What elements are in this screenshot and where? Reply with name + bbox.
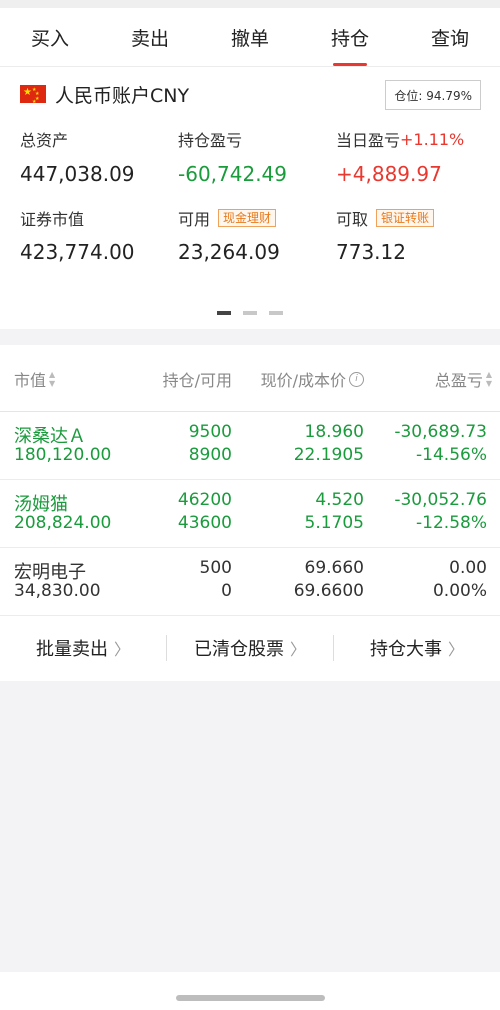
batch-sell-label: 批量卖出 <box>35 639 108 660</box>
holding-events-label: 持仓大事 <box>369 639 442 660</box>
holding-pl-label: 持仓盈亏 <box>178 131 243 150</box>
stock-pl-percent: -14.56% <box>416 445 487 465</box>
stock-pl: -30,052.76 <box>394 490 487 510</box>
bottom-bar <box>0 972 500 1010</box>
today-pl-percent: +1.11% <box>400 129 465 149</box>
stock-holding: 46200 <box>177 490 232 510</box>
account-title: 人民币账户CNY <box>55 84 190 107</box>
sort-icon: ▲ ▼ <box>485 370 492 388</box>
tab-holdings[interactable]: 持仓 <box>300 8 400 66</box>
col-total-pl-label: 总盈亏 <box>434 371 483 390</box>
market-value-amount: 423,774.00 <box>20 240 135 264</box>
holdings-actions: 批量卖出〉 已清仓股票〉 持仓大事〉 <box>0 615 500 681</box>
stock-price: 69.660 <box>304 558 364 578</box>
today-pl-value: +4,889.97 <box>336 162 442 186</box>
stock-available: 0 <box>221 581 232 601</box>
col-total-pl[interactable]: 总盈亏 ▲ ▼ <box>435 367 492 391</box>
tab-sell[interactable]: 卖出 <box>100 8 200 66</box>
available-label-text: 可用 <box>178 210 211 229</box>
stock-price: 18.960 <box>304 422 364 442</box>
table-row[interactable]: 宏明电子 34,830.00 500 0 69.660 69.6600 0.00… <box>0 548 500 616</box>
holdings-table-header: 市值 ▲ ▼ 持仓/可用 现价/成本价 i 总盈亏 ▲ ▼ <box>0 345 500 412</box>
china-flag-icon: ★ ★ ★ ★ ★ <box>20 85 46 105</box>
withdrawable-amount: 773.12 <box>336 240 406 264</box>
card-pager[interactable] <box>0 311 500 315</box>
home-indicator[interactable] <box>176 995 325 1001</box>
withdrawable-label-text: 可取 <box>336 210 369 229</box>
holding-events-button[interactable]: 持仓大事〉 <box>334 635 500 661</box>
tab-query[interactable]: 查询 <box>400 8 500 66</box>
available-amount: 23,264.09 <box>178 240 280 264</box>
stock-cost: 22.1905 <box>293 445 364 465</box>
stock-cost: 69.6600 <box>293 581 364 601</box>
total-assets-label: 总资产 <box>20 131 69 150</box>
market-value-label: 证券市值 <box>20 210 85 229</box>
cleared-stocks-button[interactable]: 已清仓股票〉 <box>167 635 334 661</box>
account-header: ★ ★ ★ ★ ★ 人民币账户CNY <box>20 81 189 107</box>
pager-dot[interactable] <box>269 311 283 315</box>
sort-icon: ▲ ▼ <box>49 370 56 388</box>
cash-management-tag[interactable]: 现金理财 <box>218 209 277 227</box>
stock-pl: -30,689.73 <box>394 422 487 442</box>
holdings-panel: 市值 ▲ ▼ 持仓/可用 现价/成本价 i 总盈亏 ▲ ▼ 深桑达Ａ 180,120.00… <box>0 345 500 681</box>
table-row[interactable]: 汤姆猫 208,824.00 46200 43600 4.520 5.1705 … <box>0 480 500 548</box>
tab-cancel-order[interactable]: 撤单 <box>200 8 300 66</box>
col-market-value-label: 市值 <box>14 371 47 390</box>
withdrawable-label: 可取 银证转账 <box>336 206 435 230</box>
account-summary-card: ★ ★ ★ ★ ★ 人民币账户CNY 仓位: 94.79% 总资产 447,03… <box>0 67 500 329</box>
trade-tabs: 买入 卖出 撤单 持仓 查询 <box>0 8 500 67</box>
col-holding-available: 持仓/可用 <box>162 371 232 390</box>
stock-available: 43600 <box>177 513 232 533</box>
stock-market-value: 208,824.00 <box>14 513 112 533</box>
batch-sell-button[interactable]: 批量卖出〉 <box>0 635 167 661</box>
stock-pl-percent: -12.58% <box>416 513 487 533</box>
stock-holding: 500 <box>199 558 232 578</box>
stock-market-value: 180,120.00 <box>14 445 112 465</box>
chevron-right-icon: 〉 <box>113 640 130 659</box>
bank-transfer-tag[interactable]: 银证转账 <box>376 209 435 227</box>
stock-market-value: 34,830.00 <box>14 581 101 601</box>
available-label: 可用 现金理财 <box>178 206 277 230</box>
stock-pl: 0.00 <box>449 558 487 578</box>
col-price-cost-label: 现价/成本价 <box>260 371 346 390</box>
status-strip <box>0 0 500 8</box>
position-ratio-badge: 仓位: 94.79% <box>385 80 481 110</box>
stock-cost: 5.1705 <box>304 513 364 533</box>
cleared-stocks-label: 已清仓股票 <box>193 639 284 660</box>
pager-dot[interactable] <box>243 311 257 315</box>
stock-holding: 9500 <box>188 422 232 442</box>
today-pl-label: 当日盈亏 +1.11% <box>336 127 464 151</box>
chevron-right-icon: 〉 <box>289 640 306 659</box>
stock-pl-percent: 0.00% <box>432 581 487 601</box>
col-price-cost[interactable]: 现价/成本价 i <box>261 367 364 391</box>
stock-available: 8900 <box>188 445 232 465</box>
holding-pl-value: -60,742.49 <box>178 162 288 186</box>
pager-dot[interactable] <box>217 311 231 315</box>
today-pl-label-text: 当日盈亏 <box>336 131 401 150</box>
table-row[interactable]: 深桑达Ａ 180,120.00 9500 8900 18.960 22.1905… <box>0 412 500 480</box>
col-market-value[interactable]: 市值 ▲ ▼ <box>14 367 55 391</box>
chevron-right-icon: 〉 <box>447 640 464 659</box>
total-assets-value: 447,038.09 <box>20 162 135 186</box>
stock-price: 4.520 <box>315 490 364 510</box>
tab-buy[interactable]: 买入 <box>0 8 100 66</box>
info-icon[interactable]: i <box>349 371 364 387</box>
